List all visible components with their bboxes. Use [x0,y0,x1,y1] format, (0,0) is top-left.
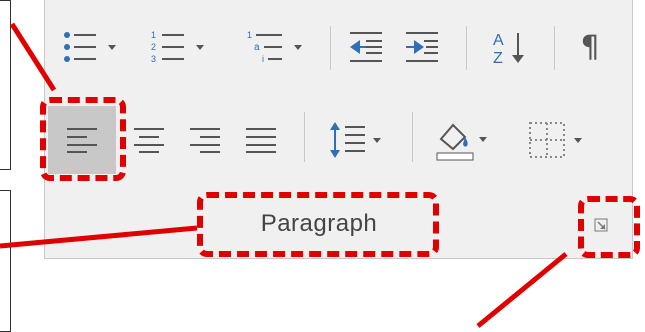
show-formatting-marks-button[interactable]: ¶ [566,26,614,68]
align-center-icon [134,127,164,153]
svg-text:i: i [262,54,264,64]
borders-icon [528,121,566,159]
svg-text:1: 1 [247,30,252,40]
separator [412,112,413,162]
sort-az-icon: A Z [489,27,531,67]
line-spacing-icon [329,120,369,160]
launcher-highlight [578,196,640,258]
separator [554,26,555,70]
shading-button[interactable] [422,110,500,168]
chevron-down-icon[interactable] [373,137,381,143]
sort-button[interactable]: A Z [480,24,540,70]
left-panel-edge-bottom [0,190,11,332]
svg-text:Z: Z [493,50,503,67]
svg-text:a: a [254,42,260,53]
increase-indent-button[interactable] [398,26,446,68]
svg-text:3: 3 [151,54,156,64]
align-right-button[interactable] [180,112,230,168]
increase-indent-icon [404,30,440,64]
svg-text:1: 1 [151,30,156,40]
borders-button[interactable] [512,112,598,168]
align-right-icon [190,127,220,153]
chevron-down-icon[interactable] [196,44,204,50]
chevron-down-icon[interactable] [574,137,582,143]
svg-text:2: 2 [151,42,156,52]
pilcrow-icon: ¶ [580,29,600,65]
center-button[interactable] [124,112,174,168]
line-spacing-button[interactable] [316,112,394,168]
separator [330,26,331,70]
decrease-indent-icon [348,30,384,64]
separator [304,112,305,162]
decrease-indent-button[interactable] [342,26,390,68]
paint-bucket-icon [435,117,475,161]
bullets-button[interactable] [60,26,118,68]
justify-button[interactable] [236,112,286,168]
align-left-highlight [40,97,126,181]
justify-icon [246,127,276,153]
numbering-button[interactable]: 1 2 3 [148,26,206,68]
chevron-down-icon[interactable] [479,136,487,142]
separator [466,26,467,70]
multilevel-list-button[interactable]: 1 a i [236,26,312,68]
bullets-icon [62,29,102,65]
callout-line-launcher [476,252,568,328]
numbering-icon: 1 2 3 [150,29,190,65]
chevron-down-icon[interactable] [108,44,116,50]
chevron-down-icon[interactable] [294,44,302,50]
group-label-highlight [197,192,439,257]
multilevel-list-icon: 1 a i [246,29,290,65]
left-panel-edge-top [0,0,11,170]
svg-text:A: A [493,32,504,49]
